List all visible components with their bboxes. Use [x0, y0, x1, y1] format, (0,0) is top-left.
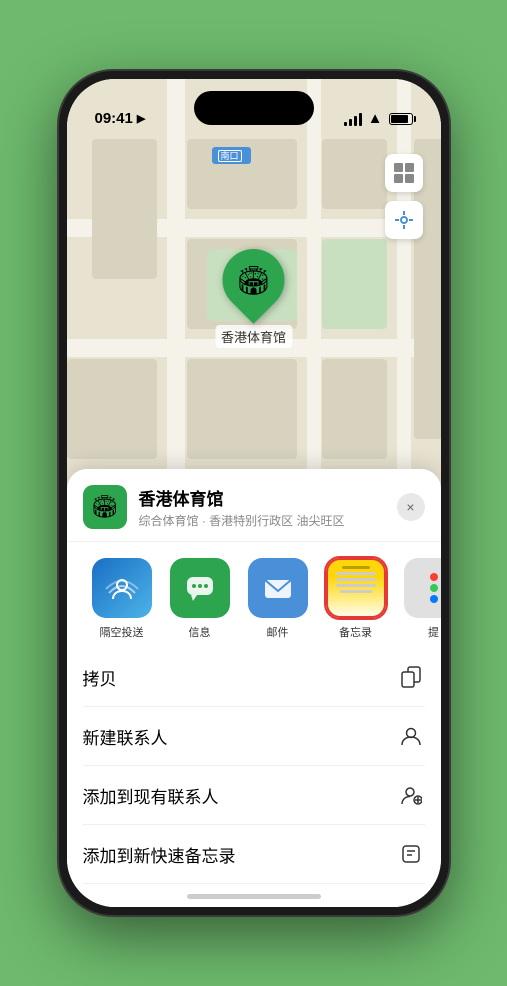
notes-icon[interactable]	[326, 558, 386, 618]
phone-frame: 09:41 ▶ ▲	[59, 71, 449, 915]
close-button[interactable]: ×	[397, 493, 425, 521]
action-copy[interactable]: 拷贝	[83, 648, 425, 707]
stadium-pin[interactable]: 🏟 香港体育馆	[215, 249, 292, 348]
share-item-mail[interactable]: 邮件	[239, 558, 317, 640]
battery-icon	[389, 113, 413, 125]
sheet-header: 🏟 香港体育馆 综合体育馆 · 香港特别行政区 油尖旺区 ×	[67, 469, 441, 542]
airdrop-label: 隔空投送	[100, 624, 144, 640]
time-label: 09:41	[95, 110, 133, 127]
share-item-notes[interactable]: 备忘录	[317, 558, 395, 640]
wifi-icon: ▲	[368, 110, 383, 127]
location-arrow-icon: ▶	[137, 112, 145, 125]
add-existing-label: 添加到现有联系人	[83, 783, 219, 808]
map-area[interactable]: 南口	[67, 79, 441, 499]
messages-label: 信息	[189, 624, 211, 640]
location-button[interactable]	[385, 201, 423, 239]
home-indicator	[187, 894, 321, 899]
print-label: 打印	[83, 901, 117, 908]
more-icon[interactable]	[404, 558, 441, 618]
action-list: 拷贝 新建联系人	[67, 648, 441, 907]
notes-label: 备忘录	[339, 624, 372, 640]
status-icons: ▲	[344, 110, 413, 127]
airdrop-icon[interactable]	[92, 558, 152, 618]
new-contact-icon	[397, 722, 425, 750]
share-row: 隔空投送 信息	[67, 542, 441, 648]
venue-icon: 🏟	[83, 485, 127, 529]
map-north-gate-label: 南口	[212, 147, 251, 164]
venue-info: 香港体育馆 综合体育馆 · 香港特别行政区 油尖旺区	[139, 485, 397, 529]
status-time: 09:41 ▶	[95, 110, 146, 127]
add-quick-note-label: 添加到新快速备忘录	[83, 842, 236, 867]
share-item-more[interactable]: 提	[395, 558, 441, 640]
new-contact-label: 新建联系人	[83, 724, 168, 749]
print-icon	[397, 899, 425, 907]
venue-name: 香港体育馆	[139, 485, 397, 510]
venue-pin-label: 香港体育馆	[215, 325, 292, 348]
venue-subtitle: 综合体育馆 · 香港特别行政区 油尖旺区	[139, 512, 397, 529]
phone-screen: 09:41 ▶ ▲	[67, 79, 441, 907]
messages-icon[interactable]	[170, 558, 230, 618]
add-quick-note-icon	[397, 840, 425, 868]
share-item-messages[interactable]: 信息	[161, 558, 239, 640]
mail-icon[interactable]	[248, 558, 308, 618]
add-existing-icon	[397, 781, 425, 809]
copy-icon	[397, 663, 425, 691]
action-add-quick-note[interactable]: 添加到新快速备忘录	[83, 825, 425, 884]
signal-icon	[344, 112, 362, 126]
share-item-airdrop[interactable]: 隔空投送	[83, 558, 161, 640]
map-type-button[interactable]	[385, 154, 423, 192]
action-add-existing-contact[interactable]: 添加到现有联系人	[83, 766, 425, 825]
dynamic-island	[194, 91, 314, 125]
map-controls[interactable]	[385, 154, 423, 239]
mail-label: 邮件	[267, 624, 289, 640]
more-label: 提	[428, 624, 439, 640]
bottom-sheet: 🏟 香港体育馆 综合体育馆 · 香港特别行政区 油尖旺区 ×	[67, 469, 441, 907]
action-new-contact[interactable]: 新建联系人	[83, 707, 425, 766]
copy-label: 拷贝	[83, 665, 117, 690]
